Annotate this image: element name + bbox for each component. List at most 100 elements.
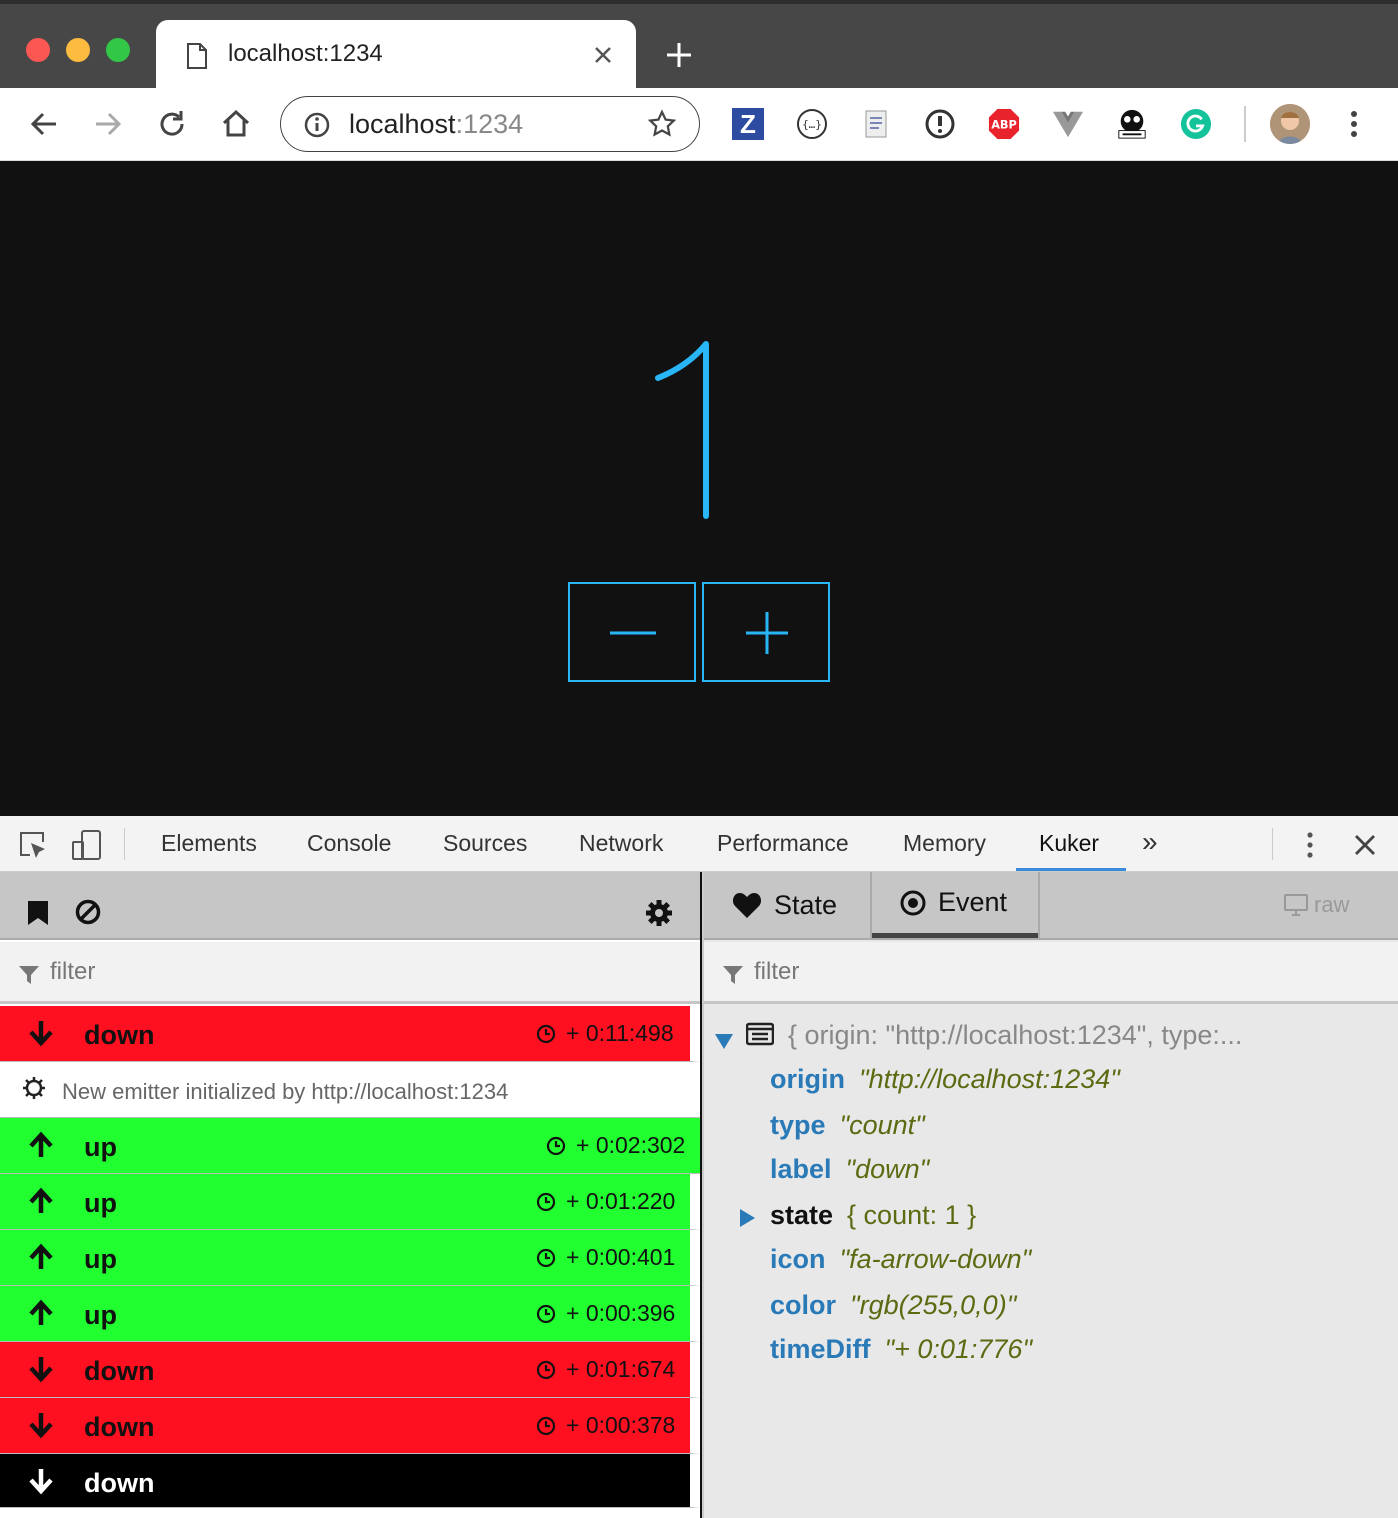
event-row[interactable]: up + 0:02:302 (0, 1118, 700, 1174)
close-devtools-icon[interactable] (1352, 832, 1378, 858)
event-row[interactable]: up + 0:00:401 (0, 1230, 700, 1286)
page-icon (186, 42, 208, 70)
kuker-details-panel: State Event raw filter { origin: "http:/… (702, 872, 1398, 1518)
event-label: down (84, 1356, 155, 1386)
maximize-window-button[interactable] (106, 38, 130, 62)
home-icon[interactable] (220, 108, 252, 140)
field-value: "+ 0:01:776" (884, 1334, 1033, 1364)
field-value: "rgb(255,0,0)" (850, 1290, 1017, 1320)
devtools-menu-icon[interactable] (1298, 830, 1322, 860)
info-icon[interactable] (303, 111, 331, 139)
bookmark-star-icon[interactable] (647, 109, 677, 139)
reload-icon[interactable] (156, 108, 188, 140)
bookmark-icon[interactable] (26, 900, 50, 926)
event-label: down (84, 1468, 155, 1498)
vue-devtools-icon[interactable] (1052, 108, 1084, 140)
devtools-divider (1272, 828, 1273, 860)
minimize-window-button[interactable] (66, 38, 90, 62)
event-time: + 0:11:498 (536, 1020, 674, 1047)
grammarly-icon[interactable] (1180, 108, 1212, 140)
back-icon[interactable] (28, 108, 60, 140)
field-state[interactable]: state { count: 1 } (770, 1200, 976, 1231)
tab-console[interactable]: Console (307, 830, 391, 857)
details-filter-field[interactable]: filter (704, 942, 1398, 1004)
emitter-gear-icon (22, 1076, 46, 1100)
tab-memory[interactable]: Memory (903, 830, 986, 857)
url-port: :1234 (455, 109, 524, 139)
kuker-icon[interactable] (1116, 108, 1148, 140)
avatar[interactable] (1270, 104, 1310, 144)
event-time: + 0:01:674 (536, 1356, 675, 1383)
event-row[interactable]: down + 0:01:674 (0, 1342, 700, 1398)
field-label: label "down" (770, 1154, 929, 1185)
events-filter-field[interactable]: filter (0, 942, 700, 1004)
url-text[interactable]: localhost:1234 (349, 109, 523, 140)
json-viewer-icon[interactable]: {…} (796, 108, 828, 140)
tab-sources[interactable]: Sources (443, 830, 527, 857)
tab-performance[interactable]: Performance (717, 830, 849, 857)
object-list-icon (746, 1022, 774, 1046)
event-time: + 0:02:302 (546, 1132, 685, 1159)
page-icon[interactable] (860, 108, 892, 140)
field-key: timeDiff (770, 1334, 871, 1364)
adblock-icon[interactable]: ABP (988, 108, 1020, 140)
event-row[interactable]: up + 0:01:220 (0, 1174, 700, 1230)
arrow-up-icon (26, 1186, 56, 1216)
tab-divider (1038, 872, 1040, 938)
field-key: type (770, 1110, 826, 1140)
browser-tab[interactable]: localhost:1234 (156, 20, 636, 92)
tab-event[interactable]: Event (872, 872, 1038, 938)
event-time: + 0:00:378 (536, 1412, 675, 1439)
event-row[interactable]: New emitter initialized by http://localh… (0, 1062, 700, 1118)
raw-toggle[interactable]: raw (1284, 892, 1349, 918)
info-icon[interactable] (924, 108, 956, 140)
decrement-button[interactable] (568, 582, 696, 682)
field-timediff: timeDiff "+ 0:01:776" (770, 1334, 1032, 1365)
event-label: up (84, 1188, 117, 1218)
tab-kuker[interactable]: Kuker (1039, 830, 1099, 857)
close-tab-icon[interactable] (592, 44, 614, 66)
inspect-element-icon[interactable] (18, 830, 48, 860)
arrow-up-icon (26, 1242, 56, 1272)
event-row[interactable]: down + 0:00:378 (0, 1398, 700, 1454)
events-toolbar (0, 872, 700, 940)
object-summary: { origin: "http://localhost:1234", type:… (788, 1020, 1243, 1050)
counter-value: 1 (640, 336, 760, 521)
expand-toggle-icon[interactable] (738, 1208, 756, 1228)
clear-icon[interactable] (74, 898, 102, 926)
event-row[interactable]: down + 0:11:498 (0, 1006, 700, 1062)
zotero-icon[interactable]: Z (732, 108, 764, 140)
filter-icon (18, 964, 40, 986)
increment-button[interactable] (702, 582, 830, 682)
filter-placeholder: filter (754, 958, 800, 985)
new-tab-icon[interactable] (664, 40, 694, 70)
field-key: state (770, 1200, 834, 1230)
url-host: localhost (349, 109, 456, 139)
event-time: + 0:01:220 (536, 1188, 675, 1215)
field-type: type "count" (770, 1110, 925, 1141)
tab-title: localhost:1234 (228, 40, 383, 67)
tab-state[interactable]: State (732, 872, 870, 938)
forward-icon[interactable] (92, 108, 124, 140)
event-row[interactable]: down (0, 1454, 700, 1508)
tab-network[interactable]: Network (579, 830, 663, 857)
event-time-text: + 0:01:220 (566, 1188, 676, 1214)
more-tabs-button[interactable]: » (1142, 826, 1158, 858)
arrow-down-icon (26, 1410, 56, 1440)
device-toolbar-icon[interactable] (70, 828, 104, 862)
adblock-label: ABP (991, 119, 1017, 132)
event-time-text: + 0:00:396 (566, 1300, 676, 1326)
raw-label: raw (1314, 892, 1350, 917)
field-value: { count: 1 } (847, 1200, 977, 1230)
collapse-toggle-icon[interactable] (714, 1032, 734, 1050)
event-row[interactable]: up + 0:00:396 (0, 1286, 700, 1342)
field-color: color "rgb(255,0,0)" (770, 1290, 1016, 1321)
address-bar[interactable]: localhost:1234 (280, 96, 700, 152)
close-window-button[interactable] (26, 38, 50, 62)
monitor-icon (1284, 894, 1308, 916)
tab-elements[interactable]: Elements (161, 830, 257, 857)
settings-gear-icon[interactable] (644, 898, 674, 928)
dot-circle-icon (900, 890, 926, 915)
menu-icon[interactable] (1340, 108, 1368, 140)
event-label: up (84, 1244, 117, 1274)
